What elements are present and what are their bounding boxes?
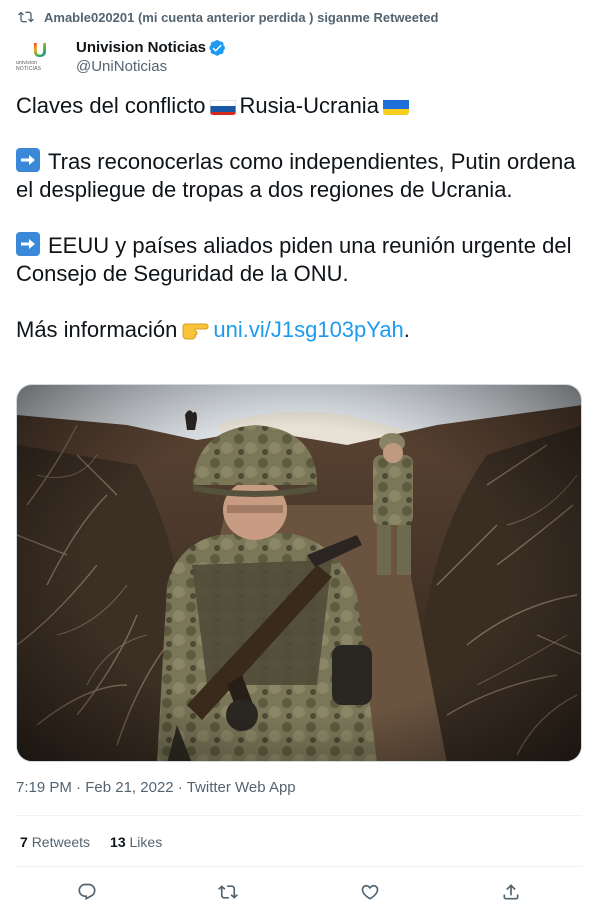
retweet-icon: [218, 885, 239, 899]
right-arrow-icon: [16, 148, 40, 172]
share-icon: [503, 884, 519, 900]
retweet-context[interactable]: Amable020201 (mi cuenta anterior perdida…: [18, 6, 438, 28]
tweet-text-segment: Rusia-Ucrania: [239, 93, 379, 118]
likes-label: Likes: [129, 834, 163, 850]
soldier-trench-image: [17, 385, 581, 761]
tweet-time[interactable]: 7:19 PM: [16, 779, 72, 796]
tweet-text-segment: Tras reconocerlas como independientes, P…: [16, 149, 576, 202]
divider: [16, 866, 582, 867]
share-button[interactable]: [493, 876, 529, 908]
tweet-header: U univision NOTICIAS Univision Noticias …: [16, 32, 582, 82]
retweet-icon: [18, 11, 34, 23]
tweet-text-segment: Claves del conflicto: [16, 93, 206, 118]
avatar-subtext: univision NOTICIAS: [16, 60, 42, 72]
tweet-link[interactable]: uni.vi/J1sg103pYah: [213, 317, 403, 342]
reply-icon: [78, 883, 96, 901]
likes-count: 13: [110, 834, 126, 850]
meta-separator: ·: [177, 779, 183, 796]
russia-flag-icon: [209, 97, 236, 115]
author-name-row[interactable]: Univision Noticias: [76, 37, 226, 57]
ukraine-flag-icon: [382, 97, 409, 115]
reply-button[interactable]: [69, 876, 105, 908]
likes-stat[interactable]: 13 Likes: [110, 834, 162, 850]
author-handle[interactable]: @UniNoticias: [76, 57, 226, 77]
author-name[interactable]: Univision Noticias: [76, 39, 206, 56]
avatar-logo: U: [32, 40, 48, 62]
tweet-source[interactable]: Twitter Web App: [187, 779, 296, 796]
tweet-actions: [16, 876, 582, 908]
tweet-stats: 7 Retweets 13 Likes: [20, 834, 162, 850]
retweet-context-text[interactable]: Amable020201 (mi cuenta anterior perdida…: [44, 10, 438, 25]
heart-icon: [361, 884, 379, 900]
tweet-photo[interactable]: [16, 384, 582, 762]
tweet-paragraph-4: Más información uni.vi/J1sg103pYah.: [16, 316, 582, 347]
divider: [16, 815, 582, 816]
like-button[interactable]: [352, 876, 388, 908]
verified-badge-icon: [209, 39, 225, 56]
pointing-hand-icon: [181, 318, 209, 347]
right-arrow-icon: [16, 232, 40, 256]
tweet-paragraph-3: EEUU y países aliados piden una reunión …: [16, 232, 582, 288]
retweets-label: Retweets: [31, 834, 91, 850]
tweet-text-segment: Más información: [16, 317, 178, 342]
tweet-text-segment: EEUU y países aliados piden una reunión …: [16, 233, 572, 286]
tweet-body: Claves del conflicto Rusia-Ucrania Tras r…: [16, 92, 582, 347]
retweets-count: 7: [20, 834, 28, 850]
tweet-text-segment: .: [403, 317, 410, 342]
tweet-date[interactable]: Feb 21, 2022: [85, 779, 173, 796]
tweet-paragraph-2: Tras reconocerlas como independientes, P…: [16, 148, 582, 204]
tweet-meta: 7:19 PM · Feb 21, 2022 · Twitter Web App: [16, 779, 296, 796]
retweets-stat[interactable]: 7 Retweets: [20, 834, 90, 850]
tweet-line-1: Claves del conflicto Rusia-Ucrania: [16, 92, 582, 120]
retweet-button[interactable]: [210, 876, 246, 908]
avatar[interactable]: U univision NOTICIAS: [16, 33, 64, 81]
meta-separator: ·: [76, 779, 82, 796]
